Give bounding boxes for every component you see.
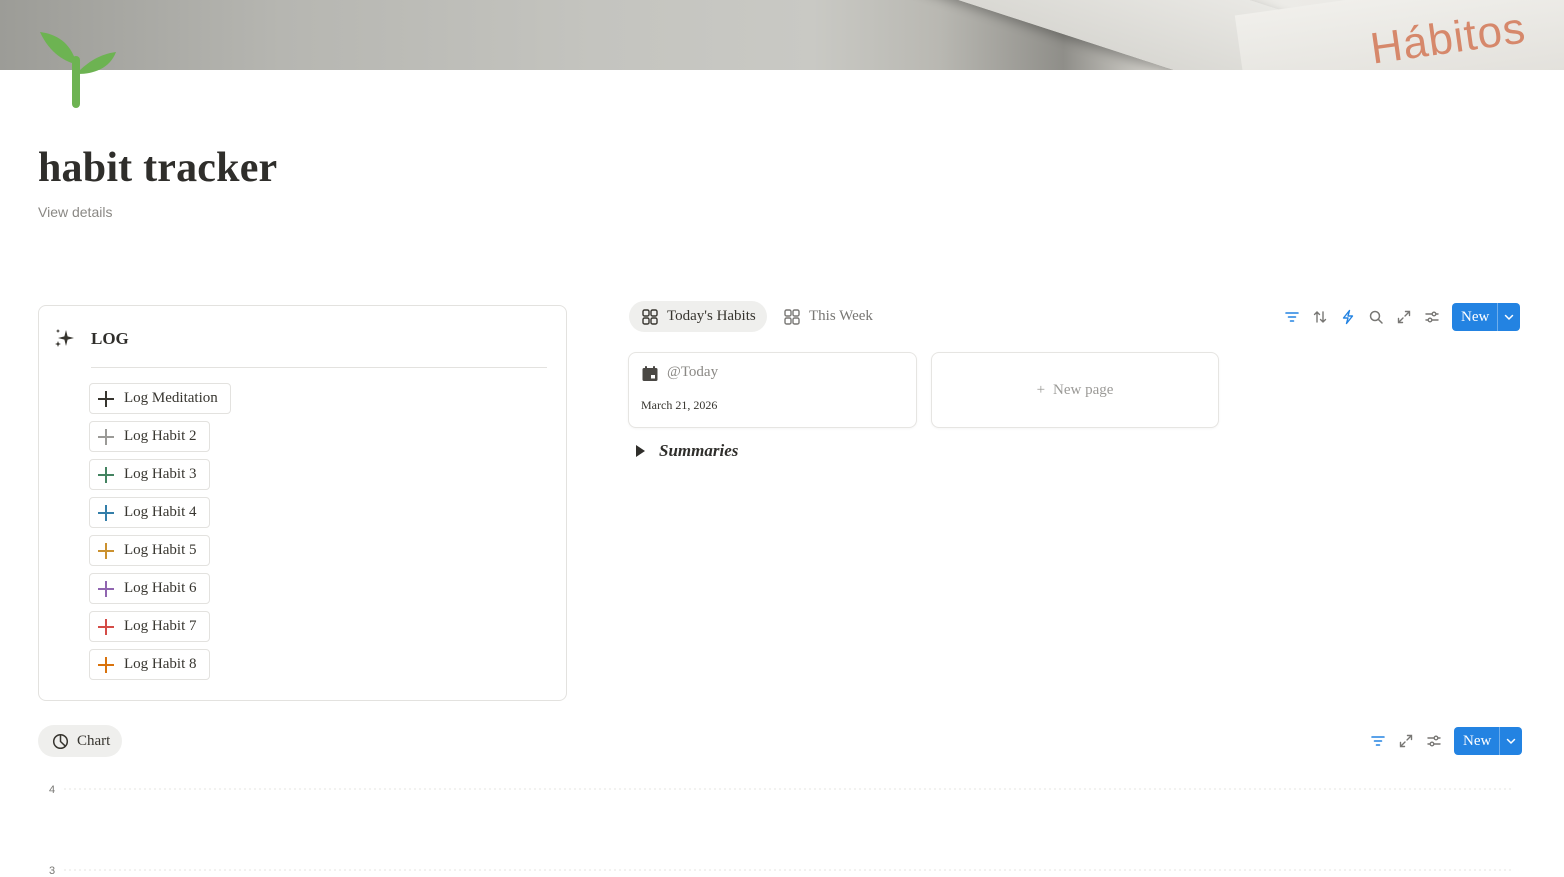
log-button-label: Log Habit 8 xyxy=(124,656,197,672)
card-date: March 21, 2026 xyxy=(641,398,718,412)
view-details-link[interactable]: View details xyxy=(38,204,112,220)
plus-icon xyxy=(98,656,114,673)
y-tick-label: 3 xyxy=(49,865,55,877)
card-title: @Today xyxy=(667,364,719,380)
tab-this-week[interactable]: This Week xyxy=(771,301,884,332)
plus-icon xyxy=(98,428,114,445)
log-button[interactable]: Log Habit 3 xyxy=(89,459,210,490)
triangle-right-icon[interactable] xyxy=(636,445,645,457)
log-button[interactable]: Log Meditation xyxy=(89,383,231,414)
plus-icon xyxy=(98,390,114,407)
sparkles-icon xyxy=(53,328,75,350)
log-button-label: Log Habit 7 xyxy=(124,618,197,634)
plus-icon xyxy=(98,542,114,559)
log-button[interactable]: Log Habit 7 xyxy=(89,611,210,642)
new-button-label: New xyxy=(1452,303,1499,331)
log-heading: LOG xyxy=(91,329,129,348)
y-tick-label: 4 xyxy=(49,784,55,796)
page-title[interactable]: habit tracker xyxy=(38,144,277,192)
settings-icon[interactable] xyxy=(1422,307,1442,327)
pie-chart-icon xyxy=(52,733,69,749)
log-button[interactable]: Log Habit 4 xyxy=(89,497,210,528)
settings-icon[interactable] xyxy=(1424,731,1444,751)
tab-label: Today's Habits xyxy=(667,308,756,324)
tab-label: This Week xyxy=(809,308,873,324)
gallery-icon xyxy=(784,308,800,325)
expand-icon[interactable] xyxy=(1394,307,1414,327)
log-button-label: Log Habit 3 xyxy=(124,466,197,482)
cover-image: Hábitos xyxy=(0,0,1564,70)
sprout-icon[interactable] xyxy=(36,28,118,108)
new-page-card[interactable]: + New page xyxy=(931,352,1219,428)
plus-icon xyxy=(98,618,114,635)
log-button-label: Log Habit 5 xyxy=(124,542,197,558)
plus-icon xyxy=(98,504,114,521)
divider xyxy=(91,367,547,368)
chevron-down-icon[interactable] xyxy=(1498,303,1520,331)
log-button[interactable]: Log Habit 2 xyxy=(89,421,210,452)
log-button[interactable]: Log Habit 5 xyxy=(89,535,210,566)
summaries-label: Summaries xyxy=(659,441,739,460)
lightning-icon[interactable] xyxy=(1338,307,1358,327)
new-button[interactable]: New xyxy=(1452,303,1521,331)
chevron-down-icon[interactable] xyxy=(1500,727,1522,755)
filter-icon[interactable] xyxy=(1368,731,1388,751)
log-button-label: Log Habit 6 xyxy=(124,580,197,596)
tab-chart[interactable]: Chart xyxy=(38,725,123,757)
log-button-label: Log Habit 4 xyxy=(124,504,197,520)
summaries-toggle[interactable]: Summaries xyxy=(636,441,738,461)
gallery-icon xyxy=(642,308,658,325)
plus-icon xyxy=(98,580,114,597)
filter-icon[interactable] xyxy=(1282,307,1302,327)
log-button[interactable]: Log Habit 8 xyxy=(89,649,210,680)
chart-plot: 43 xyxy=(49,784,1512,877)
plus-icon: + xyxy=(1036,382,1046,398)
log-button[interactable]: Log Habit 6 xyxy=(89,573,210,604)
new-button-label: New xyxy=(1454,727,1501,755)
new-page-label: New page xyxy=(1053,382,1114,398)
expand-icon[interactable] xyxy=(1396,731,1416,751)
new-page-row: + New page xyxy=(932,382,1218,399)
tab-label: Chart xyxy=(77,732,111,749)
log-button-label: Log Habit 2 xyxy=(124,428,197,444)
tab-todays-habits[interactable]: Today's Habits xyxy=(629,301,767,332)
log-callout: LOG Log Meditation Log Habit 2 Log Habit 3… xyxy=(38,305,567,701)
chart-new-button[interactable]: New xyxy=(1454,727,1523,755)
log-button-label: Log Meditation xyxy=(124,390,218,406)
calendar-icon xyxy=(641,365,659,388)
plus-icon xyxy=(98,466,114,483)
gallery-card-today[interactable]: @Today March 21, 2026 xyxy=(628,352,917,428)
sort-icon[interactable] xyxy=(1310,307,1330,327)
search-icon[interactable] xyxy=(1366,307,1386,327)
